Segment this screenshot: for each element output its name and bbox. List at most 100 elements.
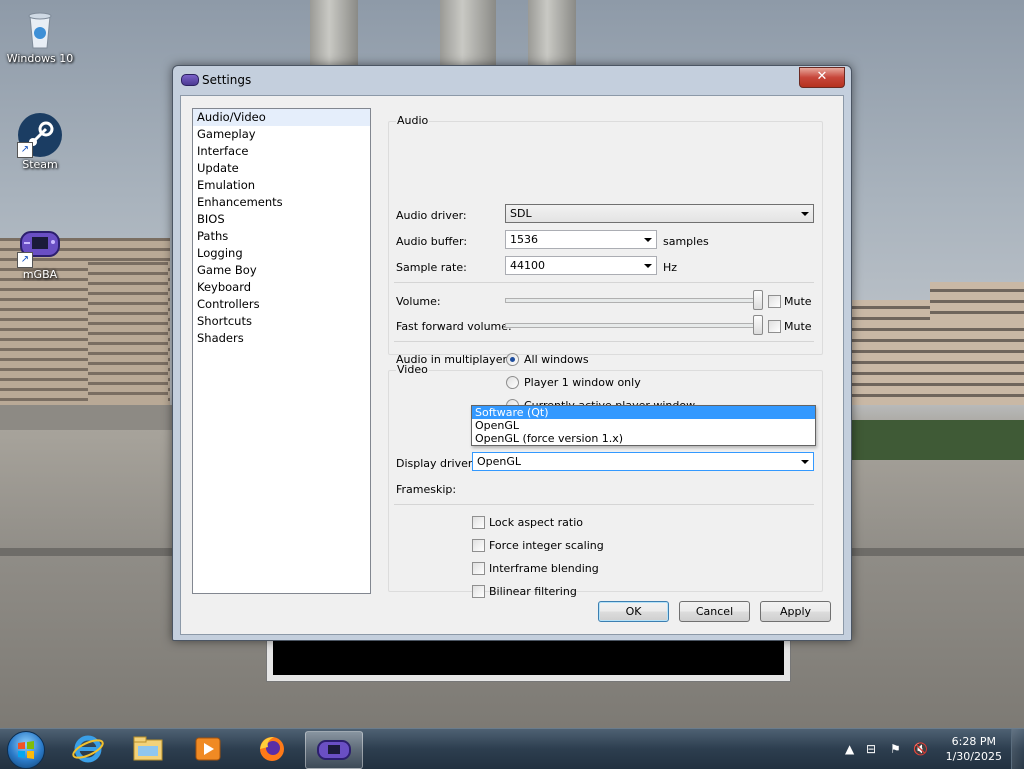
- nav-item-update[interactable]: Update: [193, 160, 370, 177]
- display-driver-option[interactable]: OpenGL (force version 1.x): [472, 432, 815, 445]
- radio-all-windows[interactable]: [506, 353, 519, 366]
- audio-driver-select[interactable]: SDL: [505, 204, 814, 223]
- close-button[interactable]: ✕: [799, 67, 845, 88]
- nav-item-controllers[interactable]: Controllers: [193, 296, 370, 313]
- audio-buffer-unit: samples: [663, 235, 709, 248]
- game-screen: [273, 635, 784, 675]
- ff-mute-label: Mute: [784, 320, 812, 333]
- firefox-icon: [260, 737, 284, 761]
- nav-item-shaders[interactable]: Shaders: [193, 330, 370, 347]
- desktop-icon-mgba[interactable]: ↗ mGBA: [0, 222, 80, 281]
- clock-date: 1/30/2025: [945, 750, 1002, 763]
- taskbar-firefox[interactable]: [244, 731, 300, 767]
- nav-item-game-boy[interactable]: Game Boy: [193, 262, 370, 279]
- action-center-flag-icon[interactable]: ⚑: [890, 742, 901, 756]
- desktop-icon-recycle-bin[interactable]: Windows 10: [0, 6, 80, 65]
- nav-item-shortcuts[interactable]: Shortcuts: [193, 313, 370, 330]
- recycle-bin-icon: [17, 6, 63, 52]
- video-group-title: Video: [396, 363, 429, 376]
- volume-mute-checkbox[interactable]: [768, 295, 781, 308]
- sample-rate-unit: Hz: [663, 261, 678, 274]
- mgba-icon: ↗: [17, 222, 63, 268]
- video-group: Video: [388, 363, 823, 592]
- force-integer-scaling-label: Force integer scaling: [489, 539, 604, 552]
- audio-driver-label: Audio driver:: [396, 209, 467, 222]
- ff-volume-slider-track[interactable]: [505, 323, 763, 328]
- mgba-icon: [317, 740, 351, 760]
- taskbar-clock[interactable]: 6:28 PM 1/30/2025: [946, 734, 1002, 764]
- sample-rate-select[interactable]: 44100: [505, 256, 657, 275]
- nav-item-audio-video[interactable]: Audio/Video: [193, 109, 370, 126]
- display-driver-dropdown-list[interactable]: Software (Qt) OpenGL OpenGL (force version…: [471, 405, 816, 446]
- cancel-button[interactable]: Cancel: [679, 601, 750, 622]
- file-explorer-icon: [133, 736, 163, 761]
- bilinear-filtering-label: Bilinear filtering: [489, 585, 577, 598]
- taskbar: ▲ ⊟ ⚑ 🔇 6:28 PM 1/30/2025: [0, 728, 1024, 769]
- desktop-icon-label: Steam: [22, 158, 58, 171]
- settings-client-area: Audio/Video Gameplay Interface Update Emulat…: [180, 95, 844, 635]
- display-driver-label: Display driver:: [396, 457, 476, 470]
- desktop-icon-steam[interactable]: ↗ Steam: [0, 112, 80, 171]
- windows-logo-icon: [18, 741, 34, 759]
- title-bar[interactable]: Settings ✕: [173, 66, 851, 95]
- nav-item-paths[interactable]: Paths: [193, 228, 370, 245]
- show-hidden-icon[interactable]: ▲: [845, 742, 854, 756]
- radio-all-windows-label: All windows: [524, 353, 589, 366]
- mgba-title-icon: [181, 74, 199, 86]
- network-icon[interactable]: ⊟: [866, 742, 876, 756]
- display-driver-option[interactable]: Software (Qt): [472, 406, 815, 419]
- display-driver-option[interactable]: OpenGL: [472, 419, 815, 432]
- chevron-down-icon: [801, 212, 809, 216]
- nav-item-emulation[interactable]: Emulation: [193, 177, 370, 194]
- audio-group-title: Audio: [396, 114, 430, 127]
- shortcut-arrow-icon: ↗: [17, 142, 33, 158]
- audio-driver-value: SDL: [510, 207, 532, 220]
- audio-separator: [394, 341, 814, 342]
- nav-item-enhancements[interactable]: Enhancements: [193, 194, 370, 211]
- nav-item-gameplay[interactable]: Gameplay: [193, 126, 370, 143]
- ff-volume-slider-thumb[interactable]: [753, 315, 763, 335]
- nav-item-keyboard[interactable]: Keyboard: [193, 279, 370, 296]
- frameskip-label: Frameskip:: [396, 483, 457, 496]
- display-driver-select[interactable]: OpenGL: [472, 452, 814, 471]
- clock-time: 6:28 PM: [951, 735, 996, 748]
- ok-button[interactable]: OK: [598, 601, 669, 622]
- chevron-down-icon: [644, 238, 652, 242]
- audio-buffer-value: 1536: [510, 233, 538, 246]
- volume-mute-label: Mute: [784, 295, 812, 308]
- media-player-icon: [195, 737, 221, 761]
- video-separator: [394, 504, 814, 505]
- display-driver-value: OpenGL: [477, 455, 522, 468]
- internet-explorer-icon: [72, 735, 104, 763]
- desktop-icon-label: mGBA: [22, 268, 58, 281]
- settings-window: Settings ✕ Audio/Video Gameplay Interface U…: [172, 65, 852, 641]
- chevron-down-icon: [644, 264, 652, 268]
- volume-label: Volume:: [396, 295, 441, 308]
- nav-item-logging[interactable]: Logging: [193, 245, 370, 262]
- volume-slider-track[interactable]: [505, 298, 763, 303]
- taskbar-media-player[interactable]: [180, 731, 236, 767]
- bilinear-filtering-checkbox[interactable]: [472, 585, 485, 598]
- nav-item-interface[interactable]: Interface: [193, 143, 370, 160]
- show-desktop-button[interactable]: [1011, 729, 1024, 769]
- audio-separator: [394, 282, 814, 283]
- settings-category-list[interactable]: Audio/Video Gameplay Interface Update Emulat…: [192, 108, 371, 594]
- audio-buffer-select[interactable]: 1536: [505, 230, 657, 249]
- force-integer-scaling-checkbox[interactable]: [472, 539, 485, 552]
- interframe-blending-checkbox[interactable]: [472, 562, 485, 575]
- shortcut-arrow-icon: ↗: [17, 252, 33, 268]
- ff-mute-checkbox[interactable]: [768, 320, 781, 333]
- interframe-blending-label: Interframe blending: [489, 562, 599, 575]
- taskbar-mgba[interactable]: [305, 731, 363, 769]
- taskbar-internet-explorer[interactable]: [60, 731, 116, 767]
- steam-icon: ↗: [17, 112, 63, 158]
- desktop-icon-label: Windows 10: [6, 52, 74, 65]
- taskbar-file-explorer[interactable]: [120, 731, 176, 767]
- ff-volume-label: Fast forward volume:: [396, 320, 512, 333]
- volume-muted-icon[interactable]: 🔇: [913, 742, 928, 756]
- lock-aspect-ratio-checkbox[interactable]: [472, 516, 485, 529]
- start-button[interactable]: [7, 731, 45, 769]
- nav-item-bios[interactable]: BIOS: [193, 211, 370, 228]
- volume-slider-thumb[interactable]: [753, 290, 763, 310]
- apply-button[interactable]: Apply: [760, 601, 831, 622]
